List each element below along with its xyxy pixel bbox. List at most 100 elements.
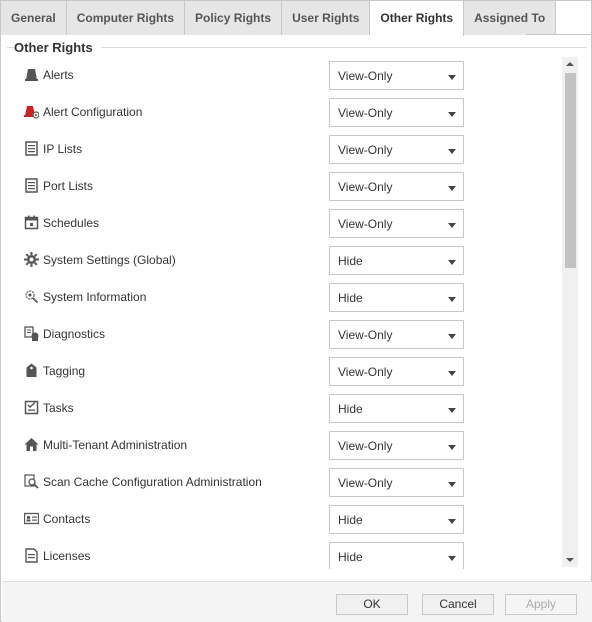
tag-icon [24,363,39,378]
tab-computer-rights[interactable]: Computer Rights [66,1,186,35]
rights-select-multi-tenant[interactable]: View-Only [329,431,464,460]
tab-other-rights[interactable]: Other Rights [370,1,465,36]
rights-select-alert-configuration[interactable]: View-Only [329,98,464,127]
rights-row-alerts: Alerts View-Only [1,57,561,94]
rights-label: System Information [43,290,147,304]
rights-row-contacts: Contacts Hide [1,501,561,538]
select-value: View-Only [338,476,393,490]
rights-row-scan-cache: Scan Cache Configuration Administration … [1,464,561,501]
house-icon [24,437,39,452]
select-value: View-Only [338,439,393,453]
rights-label: IP Lists [43,142,83,156]
scroll-up-arrow-icon[interactable] [562,57,578,71]
select-value: Hide [338,550,363,564]
dialog-footer: OK Cancel Apply [2,581,592,622]
rights-row-ip-lists: IP Lists View-Only [1,131,561,168]
rights-row-tagging: Tagging View-Only [1,353,561,390]
rights-label: Alert Configuration [43,105,143,119]
scan-cache-icon [24,474,39,489]
rights-label: Port Lists [43,179,94,193]
tab-policy-rights[interactable]: Policy Rights [185,1,283,35]
scroll-thumb[interactable] [565,73,576,268]
rights-label: Multi-Tenant Administration [43,438,188,452]
rights-select-scan-cache[interactable]: View-Only [329,468,464,497]
select-value: View-Only [338,106,393,120]
rights-row-system-information: System Information Hide [1,279,561,316]
cancel-button[interactable]: Cancel [422,594,494,615]
chevron-down-icon [448,186,456,191]
rights-row-port-lists: Port Lists View-Only [1,168,561,205]
apply-button[interactable]: Apply [505,594,577,615]
chevron-down-icon [448,482,456,487]
chevron-down-icon [448,519,456,524]
diagnostics-icon [24,326,39,341]
select-value: Hide [338,254,363,268]
rights-select-system-settings[interactable]: Hide [329,246,464,275]
rights-row-tasks: Tasks Hide [1,390,561,427]
rights-select-tasks[interactable]: Hide [329,394,464,423]
rights-select-ip-lists[interactable]: View-Only [329,135,464,164]
tab-bar-divider [526,34,592,35]
rights-select-port-lists[interactable]: View-Only [329,172,464,201]
chevron-down-icon [448,371,456,376]
dialog-frame: General Computer Rights Policy Rights Us… [0,0,592,622]
chevron-down-icon [448,112,456,117]
select-value: View-Only [338,143,393,157]
rights-row-licenses: Licenses Hide [1,538,561,569]
vertical-scrollbar[interactable] [562,57,578,567]
rights-label: Tasks [43,401,74,415]
rights-label: Scan Cache Configuration Administration [43,475,262,489]
chevron-down-icon [448,556,456,561]
section-title: Other Rights [14,40,101,55]
chevron-down-icon [448,75,456,80]
rights-select-schedules[interactable]: View-Only [329,209,464,238]
rights-select-tagging[interactable]: View-Only [329,357,464,386]
select-value: View-Only [338,328,393,342]
select-value: View-Only [338,180,393,194]
tab-assigned-to[interactable]: Assigned To [464,1,557,35]
rights-select-system-information[interactable]: Hide [329,283,464,312]
rights-select-contacts[interactable]: Hide [329,505,464,534]
calendar-icon [24,215,39,230]
select-value: View-Only [338,365,393,379]
chevron-down-icon [448,408,456,413]
select-value: Hide [338,513,363,527]
rights-select-alerts[interactable]: View-Only [329,61,464,90]
select-value: View-Only [338,217,393,231]
task-checklist-icon [24,400,39,415]
select-value: Hide [338,291,363,305]
chevron-down-icon [448,334,456,339]
tab-general[interactable]: General [1,1,67,35]
rights-label: Licenses [43,549,91,563]
system-info-icon [24,289,39,304]
ok-button[interactable]: OK [336,594,408,615]
contact-card-icon [23,511,40,526]
rights-label: System Settings (Global) [43,253,176,267]
chevron-down-icon [448,445,456,450]
chevron-down-icon [448,149,456,154]
rights-row-schedules: Schedules View-Only [1,205,561,242]
gear-icon [24,252,39,267]
chevron-down-icon [448,260,456,265]
rights-row-system-settings: System Settings (Global) Hide [1,242,561,279]
rights-label: Diagnostics [43,327,106,341]
tab-bar: General Computer Rights Policy Rights Us… [1,1,557,36]
chevron-down-icon [448,223,456,228]
alert-config-icon [24,104,40,119]
license-document-icon [24,548,39,563]
rights-row-multi-tenant: Multi-Tenant Administration View-Only [1,427,561,464]
rights-select-diagnostics[interactable]: View-Only [329,320,464,349]
select-value: View-Only [338,69,393,83]
tab-user-rights[interactable]: User Rights [282,1,371,35]
rights-list: Alerts View-Only Alert Configuration Vie… [1,57,561,569]
rights-label: Schedules [43,216,100,230]
rights-label: Tagging [43,364,86,378]
alert-bell-icon [24,67,39,82]
rights-label: Contacts [43,512,91,526]
rights-select-licenses[interactable]: Hide [329,542,464,569]
list-document-icon [24,141,39,156]
rights-row-diagnostics: Diagnostics View-Only [1,316,561,353]
scroll-down-arrow-icon[interactable] [562,553,578,567]
chevron-down-icon [448,297,456,302]
select-value: Hide [338,402,363,416]
